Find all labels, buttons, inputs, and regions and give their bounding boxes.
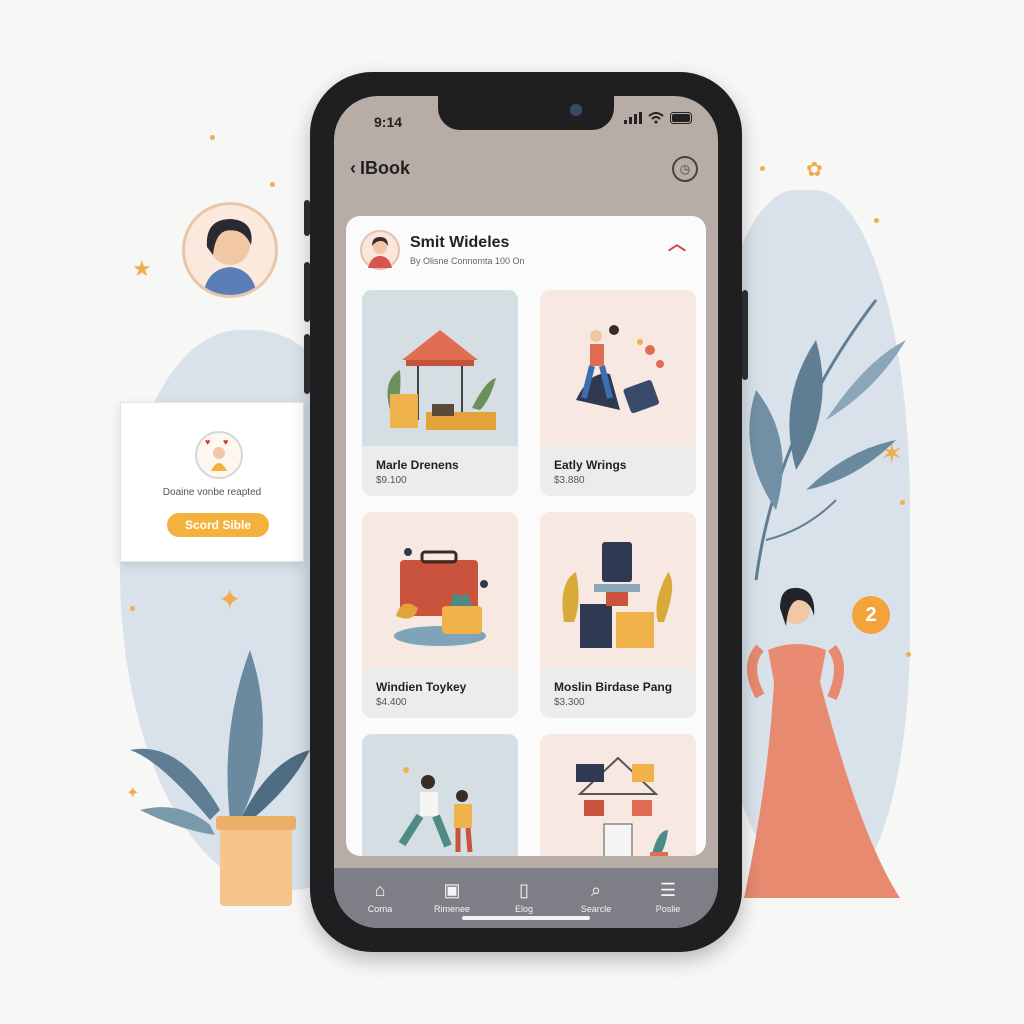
product-card[interactable]: Marle Drenens $9.100	[362, 290, 518, 496]
status-icons	[624, 112, 694, 124]
phone-power-button	[742, 290, 748, 380]
star-icon: ✿	[806, 159, 823, 181]
chevron-left-icon: ‹	[350, 158, 356, 178]
product-price: $3.880	[554, 475, 585, 486]
product-price: $4.400	[376, 697, 407, 708]
chevron-up-icon[interactable]: ︿	[668, 230, 686, 256]
clock-icon[interactable]: ◷	[672, 156, 698, 182]
phone-frame: 9:14 ‹ IBook ◷ Smit Wideles By Olisne Co…	[304, 72, 748, 952]
tab-search[interactable]: ⌕ Searcle	[566, 880, 626, 914]
home-icon: ⌂	[374, 880, 386, 900]
phone-side-button	[304, 262, 310, 322]
shop-display-illustration	[540, 734, 696, 856]
suitcase-illustration	[362, 512, 518, 668]
woman-dress-illustration	[744, 587, 900, 898]
product-name: Eatly Wrings	[554, 458, 627, 472]
menu-icon: ☰	[659, 880, 677, 900]
camera-icon	[570, 104, 582, 116]
sparkle-dot	[130, 606, 135, 611]
packages-illustration	[540, 512, 696, 668]
promo-text: Doaine vonbe reapted	[162, 487, 262, 498]
product-name: Windien Toykey	[376, 680, 467, 694]
plant-illustration	[130, 650, 310, 906]
avatar	[360, 230, 400, 270]
sparkle-dot	[210, 135, 215, 140]
home-indicator	[462, 916, 590, 920]
product-price: $9.100	[376, 475, 407, 486]
profile-title: Smit Wideles	[410, 234, 510, 251]
promo-card: ♥ ♥ Doaine vonbe reapted Scord Sible	[120, 402, 304, 562]
product-card[interactable]	[540, 734, 696, 856]
family-illustration	[362, 734, 518, 856]
content-panel: Smit Wideles By Olisne Connomta 100 On ︿	[346, 216, 706, 856]
notch	[438, 96, 614, 130]
star-icon: ★	[132, 256, 152, 281]
tab-bag[interactable]: ▯ Elog	[494, 880, 554, 914]
tab-label: Rimenee	[433, 904, 471, 914]
sparkle-dot	[760, 166, 765, 171]
sparkle-dot	[874, 218, 879, 223]
phone-side-button	[304, 334, 310, 394]
promo-button[interactable]: Scord Sible	[167, 513, 269, 537]
product-price: $3.300	[554, 697, 585, 708]
tab-label: Searcle	[580, 904, 612, 914]
woman-avatar-icon	[203, 219, 257, 295]
svg-text:♥: ♥	[223, 437, 228, 447]
product-card[interactable]: Moslin Birdase Pang $3.300	[540, 512, 696, 718]
phone-screen: 9:14 ‹ IBook ◷ Smit Wideles By Olisne Co…	[334, 96, 718, 928]
tab-label: Corna	[367, 904, 393, 914]
tab-menu[interactable]: ☰ Poslie	[638, 880, 698, 914]
tab-label: Elog	[514, 904, 533, 914]
phone-side-button	[304, 200, 310, 236]
tab-home[interactable]: ⌂ Corna	[350, 880, 410, 914]
battery-icon	[670, 112, 692, 124]
profile-header: Smit Wideles By Olisne Connomta 100 On	[360, 230, 525, 270]
product-card[interactable]	[362, 734, 518, 856]
market-stall-illustration	[362, 290, 518, 446]
status-time: 9:14	[374, 114, 403, 130]
product-name: Moslin Birdase Pang	[554, 680, 673, 694]
avatar	[182, 202, 278, 298]
inbox-icon: ▣	[443, 880, 461, 900]
people-shopping-illustration	[540, 290, 696, 446]
star-icon: ✦	[218, 584, 242, 615]
signal-icon	[624, 112, 642, 124]
sparkle-dot	[270, 182, 275, 187]
tab-label: Poslie	[655, 904, 681, 914]
bag-icon: ▯	[519, 880, 529, 900]
search-icon: ⌕	[590, 880, 602, 900]
svg-text:♥: ♥	[205, 437, 210, 447]
product-card[interactable]: Windien Toykey $4.400	[362, 512, 518, 718]
heart-character-icon: ♥ ♥	[195, 431, 243, 479]
product-name: Marle Drenens	[376, 458, 459, 472]
tab-inbox[interactable]: ▣ Rimenee	[422, 880, 482, 914]
product-card[interactable]: Eatly Wrings $3.880	[540, 290, 696, 496]
back-button[interactable]: ‹ IBook	[350, 158, 410, 179]
back-label: IBook	[360, 158, 411, 178]
profile-subtitle: By Olisne Connomta 100 On	[410, 256, 525, 266]
leaves-illustration	[749, 299, 906, 581]
notification-badge: 2	[852, 596, 890, 634]
wifi-icon	[648, 112, 664, 124]
